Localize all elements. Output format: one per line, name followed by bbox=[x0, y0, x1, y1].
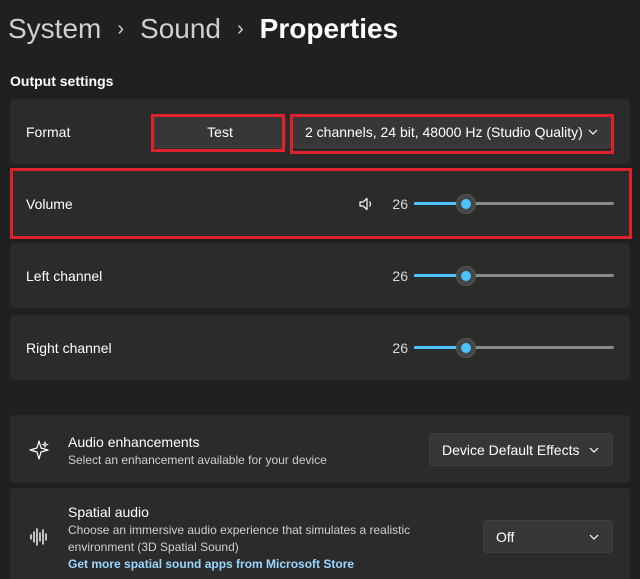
left-channel-slider[interactable] bbox=[414, 266, 614, 286]
right-channel-label: Right channel bbox=[26, 340, 112, 356]
sparkle-icon bbox=[29, 440, 49, 460]
format-dropdown[interactable]: 2 channels, 24 bit, 48000 Hz (Studio Qua… bbox=[292, 116, 612, 148]
page-title: Properties bbox=[259, 13, 399, 44]
volume-value: 26 bbox=[392, 196, 408, 212]
audio-enhancements-title: Audio enhancements bbox=[68, 434, 200, 450]
format-row: Format Test 2 channels, 24 bit, 48000 Hz… bbox=[10, 99, 630, 164]
audio-enhancements-dropdown[interactable]: Device Default Effects bbox=[429, 433, 613, 466]
left-channel-label: Left channel bbox=[26, 268, 103, 284]
spatial-audio-description-line2: environment (3D Spatial Sound) bbox=[68, 540, 239, 554]
right-channel-row: Right channel 26 bbox=[10, 315, 630, 380]
slider-thumb[interactable] bbox=[456, 266, 476, 286]
audio-enhancements-row: Audio enhancements Select an enhancement… bbox=[10, 415, 630, 483]
right-channel-slider[interactable] bbox=[414, 338, 614, 358]
slider-thumb[interactable] bbox=[456, 338, 476, 358]
right-channel-value: 26 bbox=[392, 340, 408, 356]
volume-row: Volume 26 bbox=[10, 171, 630, 236]
audio-enhancements-dropdown-value: Device Default Effects bbox=[442, 441, 580, 458]
slider-thumb[interactable] bbox=[456, 194, 476, 214]
volume-label: Volume bbox=[26, 196, 73, 212]
breadcrumb: System › Sound › Properties bbox=[8, 10, 398, 48]
chevron-right-icon: › bbox=[117, 17, 125, 40]
chevron-down-icon bbox=[589, 534, 599, 540]
left-channel-value: 26 bbox=[392, 268, 408, 284]
spatial-audio-dropdown-value: Off bbox=[496, 528, 515, 545]
format-label: Format bbox=[26, 124, 71, 140]
chevron-down-icon bbox=[589, 447, 599, 453]
format-dropdown-value: 2 channels, 24 bit, 48000 Hz (Studio Qua… bbox=[305, 124, 583, 140]
spatial-audio-row: Spatial audio Choose an immersive audio … bbox=[10, 488, 630, 579]
volume-slider[interactable] bbox=[414, 194, 614, 214]
speaker-icon[interactable] bbox=[358, 196, 374, 212]
spatial-audio-dropdown[interactable]: Off bbox=[483, 520, 613, 553]
section-title-output: Output settings bbox=[10, 73, 114, 89]
chevron-down-icon bbox=[588, 129, 598, 135]
breadcrumb-sound[interactable]: Sound bbox=[140, 13, 221, 45]
test-button[interactable]: Test bbox=[154, 116, 286, 148]
chevron-right-icon: › bbox=[237, 17, 244, 40]
breadcrumb-system[interactable]: System bbox=[8, 13, 101, 45]
left-channel-row: Left channel 26 bbox=[10, 243, 630, 308]
microsoft-store-link[interactable]: Get more spatial sound apps from Microso… bbox=[68, 557, 354, 571]
spatial-audio-description-line1: Choose an immersive audio experience tha… bbox=[68, 523, 411, 537]
audio-enhancements-description: Select an enhancement available for your… bbox=[68, 453, 327, 467]
soundwave-icon bbox=[30, 528, 47, 546]
spatial-audio-title: Spatial audio bbox=[68, 504, 149, 520]
